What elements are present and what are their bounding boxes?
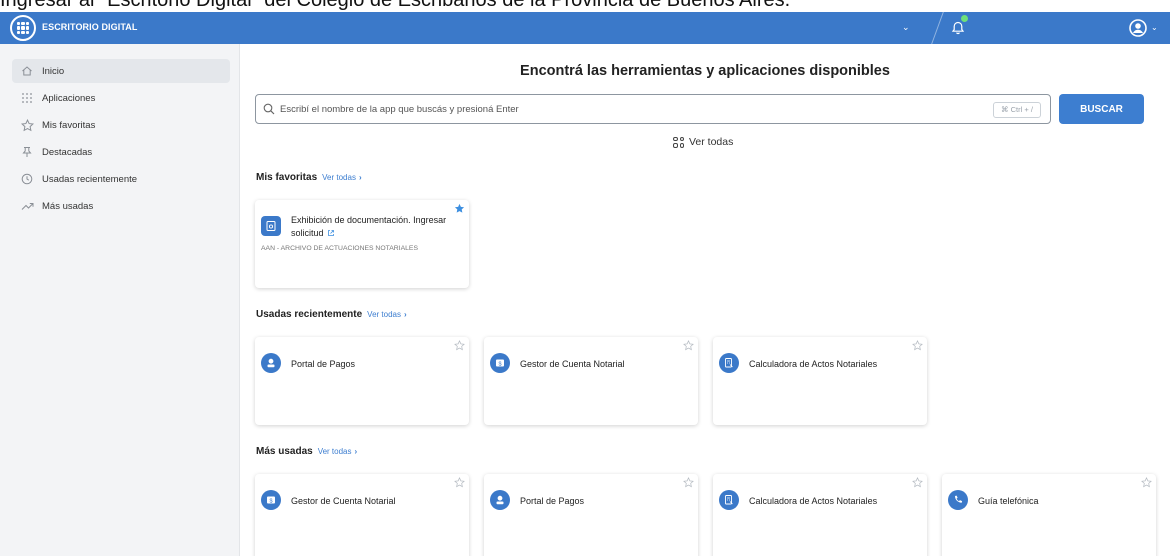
card-title: Calculadora de Actos Notariales: [749, 359, 878, 369]
search-input[interactable]: Escribí el nombre de la app que buscás y…: [255, 94, 1051, 124]
ver-todas-label: Ver todas: [689, 136, 734, 148]
card-title: Guía telefónica: [978, 496, 1039, 506]
star-outline-icon[interactable]: [683, 477, 694, 488]
app-card[interactable]: $ Gestor de Cuenta Notarial: [484, 337, 698, 425]
sidebar-item-label: Mis favoritas: [42, 119, 96, 131]
search-icon: [263, 103, 275, 115]
card-subtitle: AAN - ARCHIVO DE ACTUACIONES NOTARIALES: [261, 245, 418, 252]
clock-icon: [20, 172, 34, 186]
sidebar-item-label: Destacadas: [42, 146, 93, 158]
caption-text: Ingresar al "Escritorio Digital" del Col…: [0, 0, 791, 11]
star-outline-icon[interactable]: [454, 477, 465, 488]
sidebar-item-mas-usadas[interactable]: Más usadas: [12, 194, 230, 218]
shortcut-badge: ⌘ Ctrl + /: [993, 102, 1041, 118]
card-title: Calculadora de Actos Notariales: [749, 496, 878, 506]
svg-text:$: $: [498, 361, 501, 367]
app-card[interactable]: $ Gestor de Cuenta Notarial: [255, 474, 469, 556]
calculator-icon: [719, 490, 739, 510]
section-mas-usadas: Más usadas Ver todas ›: [256, 446, 357, 457]
app-card[interactable]: Portal de Pagos: [484, 474, 698, 556]
chevron-right-icon[interactable]: ›: [359, 173, 362, 182]
sidebar-item-label: Usadas recientemente: [42, 173, 138, 185]
document-icon: [261, 216, 281, 236]
sidebar-item-label: Inicio: [42, 65, 65, 77]
ver-todas-link[interactable]: Ver todas: [322, 173, 356, 182]
sidebar-item-label: Aplicaciones: [42, 92, 96, 104]
home-icon: [20, 64, 34, 78]
star-outline-icon[interactable]: [683, 340, 694, 351]
app-card[interactable]: Calculadora de Actos Notariales: [713, 337, 927, 425]
section-title: Mis favoritas: [256, 172, 318, 183]
ver-todas-link[interactable]: Ver todas: [673, 136, 733, 148]
card-title: Portal de Pagos: [291, 359, 356, 369]
sidebar-item-mis-favoritas[interactable]: Mis favoritas: [12, 113, 230, 137]
app-card[interactable]: Portal de Pagos: [255, 337, 469, 425]
phone-icon: [948, 490, 968, 510]
app-card[interactable]: Exhibición de documentación. Ingresar so…: [255, 200, 469, 288]
chevron-right-icon[interactable]: ›: [404, 310, 407, 319]
section-title: Usadas recientemente: [256, 309, 363, 320]
trending-icon: [20, 199, 34, 213]
section-favoritas: Mis favoritas Ver todas ›: [256, 172, 362, 183]
sidebar: Inicio Aplicaciones Mis favoritas Destac…: [0, 44, 240, 556]
section-title: Más usadas: [256, 446, 313, 457]
account-icon: $: [490, 353, 510, 373]
user-chevron-icon[interactable]: ⌄: [1151, 23, 1158, 32]
payments-icon: [490, 490, 510, 510]
star-icon: [20, 118, 34, 132]
card-title: Exhibición de documentación. Ingresar so…: [291, 215, 447, 238]
sidebar-item-inicio[interactable]: Inicio: [12, 59, 230, 83]
caption-strip: Ingresar al "Escritorio Digital" del Col…: [0, 0, 1170, 12]
sidebar-item-usadas-recientemente[interactable]: Usadas recientemente: [12, 167, 230, 191]
grid-icon: [20, 91, 34, 105]
user-circle-icon[interactable]: [1129, 19, 1147, 37]
account-icon: $: [261, 490, 281, 510]
payments-icon: [261, 353, 281, 373]
sidebar-item-destacadas[interactable]: Destacadas: [12, 140, 230, 164]
star-filled-icon[interactable]: [454, 203, 465, 214]
chevron-down-icon[interactable]: ⌄: [902, 22, 910, 33]
app-card[interactable]: Calculadora de Actos Notariales: [713, 474, 927, 556]
card-title: Portal de Pagos: [520, 496, 585, 506]
star-outline-icon[interactable]: [912, 340, 923, 351]
star-outline-icon[interactable]: [912, 477, 923, 488]
sidebar-item-aplicaciones[interactable]: Aplicaciones: [12, 86, 230, 110]
ver-todas-link[interactable]: Ver todas: [367, 310, 401, 319]
search-button[interactable]: BUSCAR: [1059, 94, 1144, 124]
pin-icon: [20, 145, 34, 159]
app-card[interactable]: Guía telefónica: [942, 474, 1156, 556]
top-bar: ESCRITORIO DIGITAL ⌄ ⌄: [0, 12, 1170, 44]
grid-icon: [673, 136, 684, 148]
bell-icon[interactable]: [950, 20, 966, 36]
card-title: Gestor de Cuenta Notarial: [291, 496, 396, 506]
section-recientes: Usadas recientemente Ver todas ›: [256, 309, 407, 320]
notification-dot: [961, 15, 968, 22]
sidebar-item-label: Más usadas: [42, 200, 94, 212]
chevron-right-icon[interactable]: ›: [355, 447, 358, 456]
page-title: Encontrá las herramientas y aplicaciones…: [520, 63, 890, 79]
star-outline-icon[interactable]: [1141, 477, 1152, 488]
star-outline-icon[interactable]: [454, 340, 465, 351]
external-link-icon: [327, 230, 334, 236]
search-placeholder[interactable]: Escribí el nombre de la app que buscás y…: [280, 104, 519, 115]
apps-grid-icon[interactable]: [10, 15, 36, 41]
brand-title[interactable]: ESCRITORIO DIGITAL: [42, 22, 137, 32]
card-title: Gestor de Cuenta Notarial: [520, 359, 625, 369]
calculator-icon: [719, 353, 739, 373]
ver-todas-link[interactable]: Ver todas: [318, 447, 352, 456]
svg-text:$: $: [269, 498, 272, 504]
header-divider: [912, 12, 944, 44]
